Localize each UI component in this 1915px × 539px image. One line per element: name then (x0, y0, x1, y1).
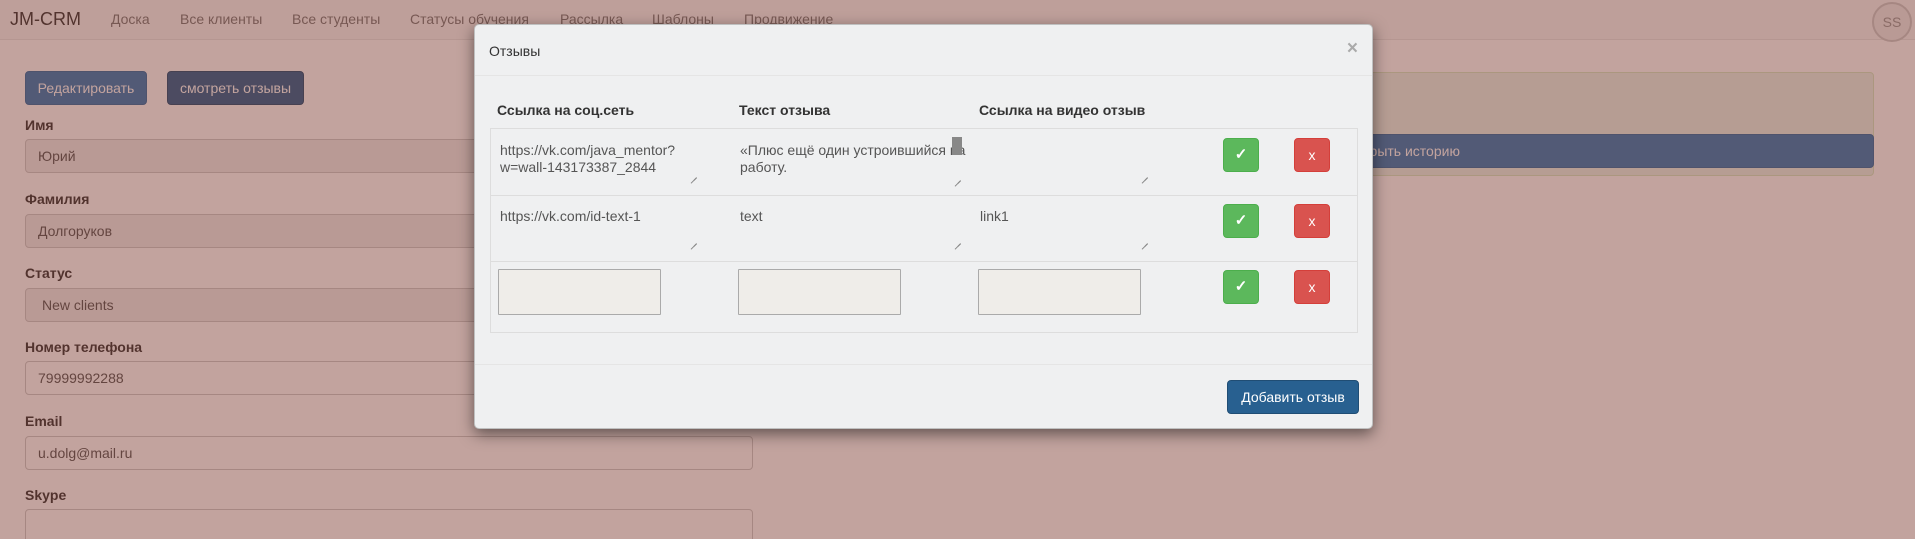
row-divider (490, 261, 1358, 262)
row1-review-text-textarea[interactable]: «Плюс ещё один устроившийся на работу. (740, 142, 968, 176)
resize-handle-icon[interactable] (689, 236, 697, 244)
column-header-review-text: Текст отзыва (739, 102, 831, 118)
new-video-link-textarea[interactable] (978, 269, 1141, 315)
close-icon[interactable]: × (1347, 38, 1358, 60)
row2-confirm-button[interactable]: ✓ (1223, 204, 1259, 238)
new-review-text-textarea[interactable] (738, 269, 901, 315)
resize-handle-icon[interactable] (953, 236, 961, 244)
row-divider (490, 195, 1358, 196)
add-review-button[interactable]: Добавить отзыв (1227, 380, 1359, 414)
row1-social-link-textarea[interactable]: https://vk.com/java_mentor?w=wall-143173… (500, 142, 675, 176)
modal-header: Отзывы × (475, 25, 1372, 76)
column-header-social-link: Ссылка на соц.сеть (497, 102, 635, 118)
resize-handle-icon[interactable] (689, 170, 697, 178)
resize-handle-icon[interactable] (953, 173, 961, 181)
row1-delete-button[interactable]: x (1294, 138, 1330, 172)
new-row-delete-button[interactable]: x (1294, 270, 1330, 304)
modal-title: Отзывы (489, 43, 541, 59)
new-row-confirm-button[interactable]: ✓ (1223, 270, 1259, 304)
modal-footer-divider (475, 364, 1372, 365)
resize-handle-icon[interactable] (1140, 170, 1148, 178)
row2-social-link-textarea[interactable]: https://vk.com/id-text-1 (500, 208, 672, 225)
new-social-link-textarea[interactable] (498, 269, 661, 315)
row2-delete-button[interactable]: x (1294, 204, 1330, 238)
row2-review-text-textarea[interactable]: text (740, 208, 968, 225)
row1-confirm-button[interactable]: ✓ (1223, 138, 1259, 172)
row2-video-link-textarea[interactable]: link1 (980, 208, 1152, 225)
column-header-video-link: Ссылка на видео отзыв (979, 102, 1146, 118)
scrollbar-thumb[interactable] (952, 137, 962, 155)
resize-handle-icon[interactable] (1140, 236, 1148, 244)
reviews-modal: Отзывы × Ссылка на соц.сеть Текст отзыва… (474, 24, 1373, 429)
